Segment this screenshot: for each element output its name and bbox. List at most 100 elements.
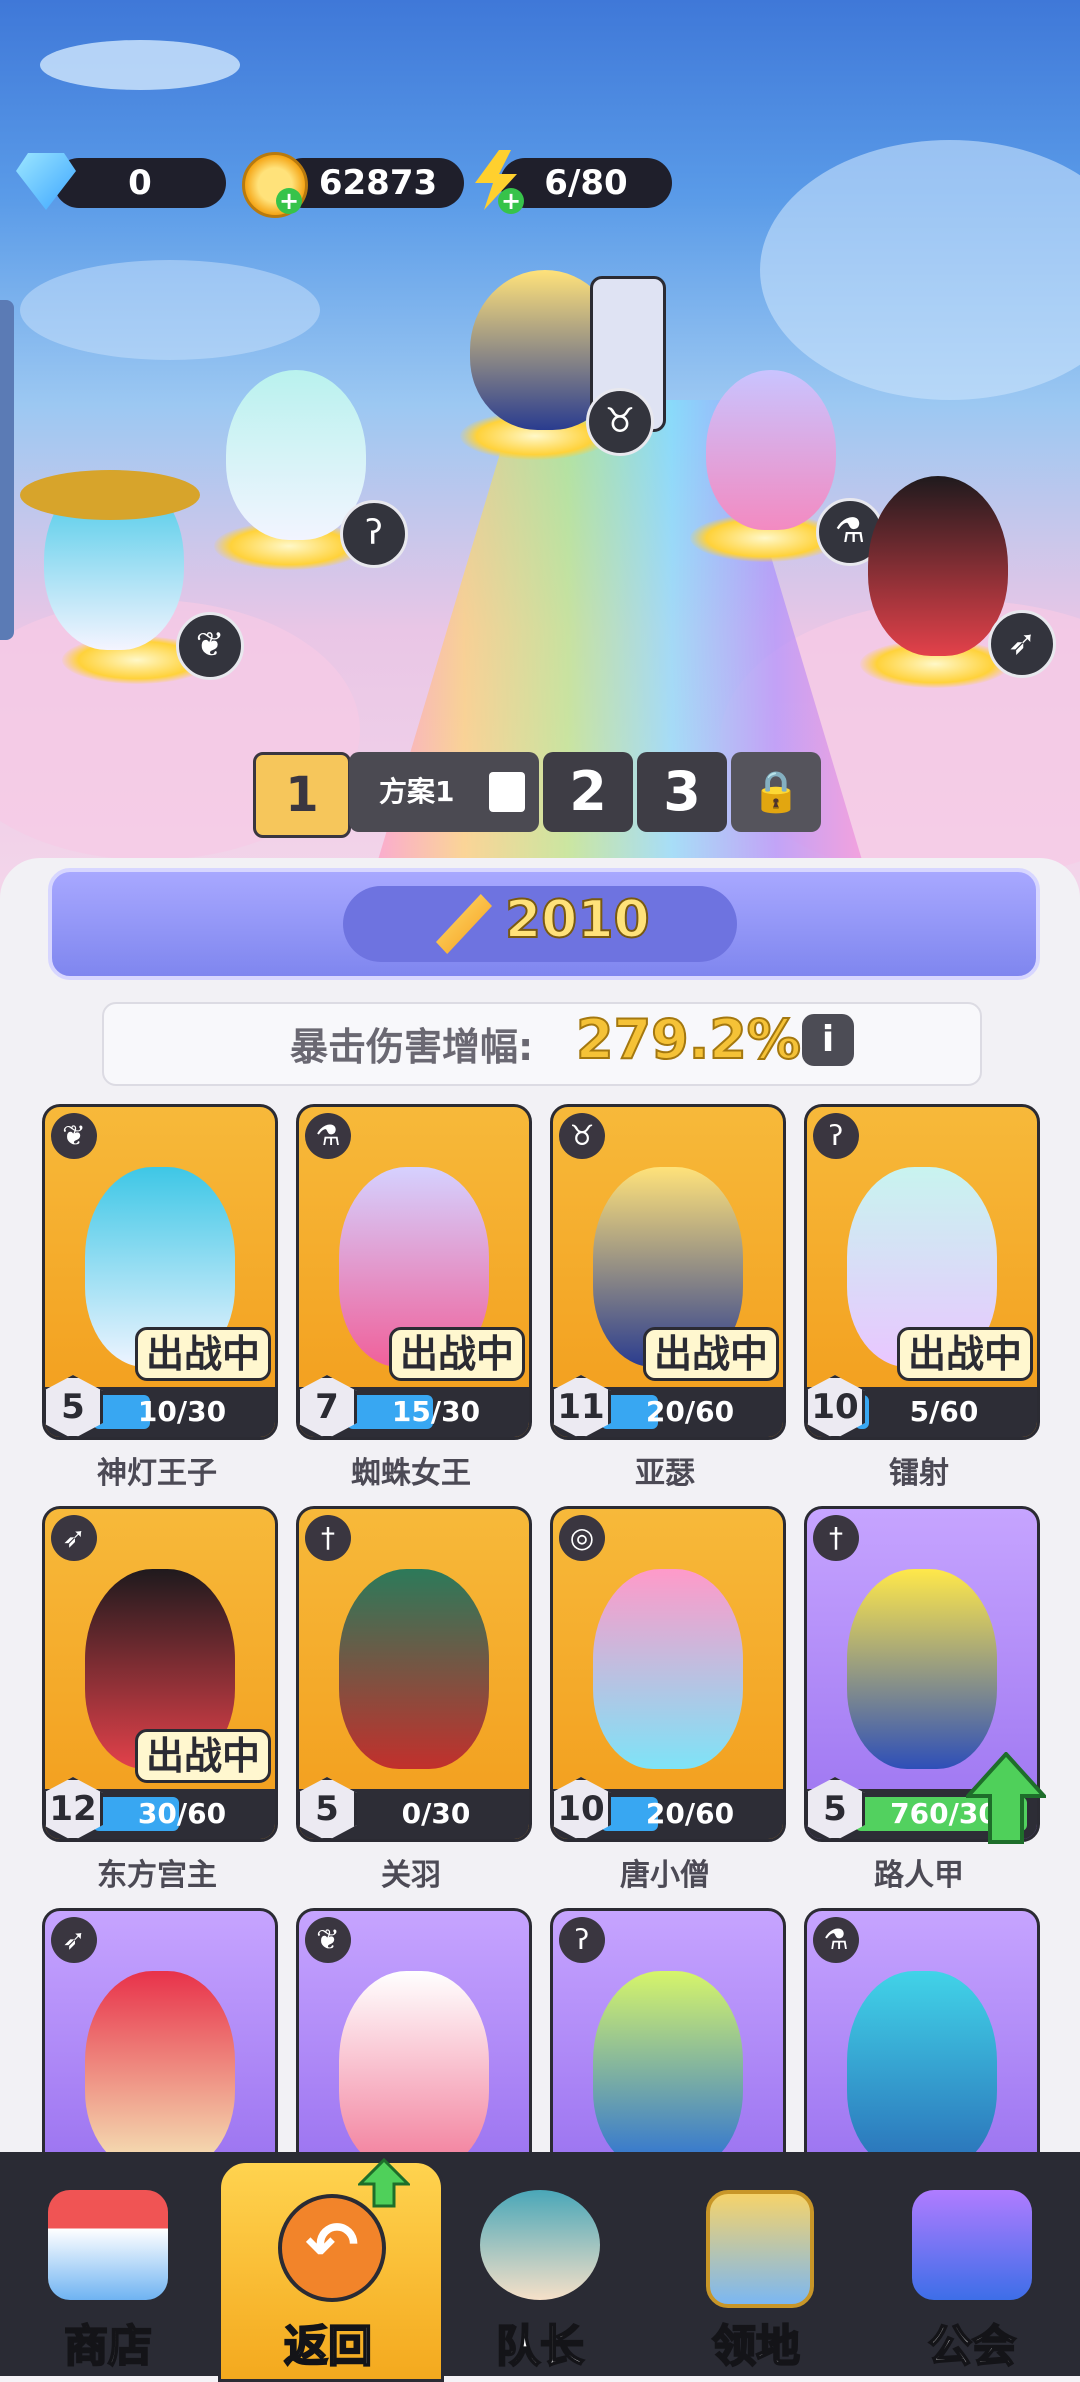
- tab-loadout-2[interactable]: 2: [543, 752, 633, 832]
- stage-hero-spider-queen[interactable]: [706, 370, 836, 530]
- staff-class-icon: ʔ: [559, 1917, 605, 1963]
- deployed-badge: 出战中: [388, 1327, 525, 1381]
- tab-1-label: 1: [285, 767, 319, 823]
- hero-card[interactable]: ➶: [42, 1908, 278, 2174]
- deployed-badge: 出战中: [896, 1327, 1033, 1381]
- deployed-badge: 出战中: [642, 1327, 779, 1381]
- hero-card[interactable]: ➶ 出战中 30/60 12: [42, 1506, 278, 1842]
- deployed-badge: 出战中: [134, 1729, 271, 1783]
- nav-shop[interactable]: 商店: [0, 2152, 216, 2376]
- tab-loadout-1[interactable]: 1: [253, 752, 351, 838]
- nav-territory[interactable]: 领地: [648, 2152, 864, 2376]
- crit-value: 279.2%: [575, 1007, 802, 1072]
- hero-name: 东方宫主: [97, 1858, 217, 1893]
- hero-card[interactable]: ❦ 出战中 10/30 5: [42, 1104, 278, 1440]
- hero-portrait: [847, 1971, 997, 2171]
- nav-back-label: 返回: [283, 2320, 373, 2373]
- tab-locked[interactable]: 🔒: [731, 752, 821, 832]
- staff-class-icon: ʔ: [340, 500, 408, 568]
- hero-card[interactable]: ◎ 20/60 10: [550, 1506, 786, 1842]
- sword-class-icon: †: [813, 1515, 859, 1561]
- nav-captain[interactable]: 队长: [432, 2152, 648, 2376]
- cloud: [20, 260, 320, 360]
- lock-icon: 🔒: [751, 769, 801, 815]
- hero-portrait: [85, 1971, 235, 2171]
- energy-counter: 6/80: [500, 158, 672, 208]
- deployed-badge: 出战中: [134, 1327, 271, 1381]
- crit-label: 暴击伤害增幅:: [290, 1025, 534, 1069]
- bow-class-icon: ➶: [988, 610, 1056, 678]
- nav-guild-label: 公会: [927, 2320, 1017, 2373]
- magic-lamp: [20, 470, 200, 520]
- hero-portrait: [593, 1971, 743, 2171]
- hero-name: 路人甲: [874, 1858, 964, 1893]
- shard-count: 10/30: [137, 1395, 227, 1428]
- hero-name: 神灯王子: [97, 1456, 217, 1491]
- wings-class-icon: ❦: [305, 1917, 351, 1963]
- energy-count: 6/80: [544, 163, 628, 203]
- coin-count: 62873: [318, 163, 438, 203]
- nav-territory-label: 领地: [711, 2320, 801, 2373]
- hero-card[interactable]: ❦: [296, 1908, 532, 2174]
- hero-portrait: [339, 1569, 489, 1769]
- hero-card[interactable]: ʔ: [550, 1908, 786, 2174]
- upgrade-arrow-icon[interactable]: [966, 1752, 1046, 1844]
- potion-class-icon: ⚗: [813, 1917, 859, 1963]
- loadout-name[interactable]: 方案1: [349, 752, 539, 832]
- hero-name: 亚瑟: [635, 1456, 695, 1491]
- hero-portrait: [339, 1971, 489, 2171]
- notification-arrow-icon: [358, 2158, 410, 2208]
- hero-portrait: [847, 1569, 997, 1769]
- back-arrow-icon: ↶: [278, 2194, 386, 2302]
- hero-card[interactable]: ♉ 出战中 20/60 11: [550, 1104, 786, 1440]
- info-icon[interactable]: i: [802, 1014, 854, 1066]
- shard-count: 30/60: [137, 1797, 227, 1830]
- gem-count: 0: [128, 163, 152, 203]
- loadout-name-label: 方案1: [379, 775, 455, 808]
- shard-count: 20/60: [645, 1395, 735, 1428]
- wings-class-icon: ❦: [176, 612, 244, 680]
- nav-shop-label: 商店: [63, 2320, 153, 2373]
- wings-class-icon: ❦: [51, 1113, 97, 1159]
- shard-count: 0/30: [401, 1797, 471, 1830]
- nav-guild[interactable]: 公会: [864, 2152, 1080, 2376]
- loadout-tabs: 1 方案1 2 3 🔒: [253, 752, 823, 838]
- bow-class-icon: ➶: [51, 1917, 97, 1963]
- hero-card[interactable]: ⚗ 出战中 15/30 7: [296, 1104, 532, 1440]
- shard-count: 5/60: [909, 1395, 979, 1428]
- hero-card[interactable]: ⚗: [804, 1908, 1040, 2174]
- bull-class-icon: ♉: [586, 388, 654, 456]
- battle-stage: 0 62873 + 6/80 + ❦ ʔ ♉ ⚗ ➶ 1 方案1 2 3 🔒: [0, 0, 1080, 900]
- hero-name: 蜘蛛女王: [351, 1456, 471, 1491]
- stage-hero-eastern-lady[interactable]: [868, 476, 1008, 656]
- hero-portrait: [593, 1569, 743, 1769]
- shard-count: 20/60: [645, 1797, 735, 1830]
- tab-loadout-3[interactable]: 3: [637, 752, 727, 832]
- add-energy-icon[interactable]: +: [498, 188, 524, 214]
- bull-class-icon: ♉: [559, 1113, 605, 1159]
- bow-class-icon: ➶: [51, 1515, 97, 1561]
- nav-captain-label: 队长: [495, 2320, 585, 2373]
- side-drawer-handle[interactable]: [0, 300, 14, 640]
- power-value: 2010: [504, 889, 651, 951]
- cloud: [760, 140, 1080, 400]
- hero-name: 关羽: [381, 1858, 441, 1893]
- hero-name: 唐小僧: [620, 1858, 710, 1893]
- edit-icon[interactable]: [489, 772, 525, 812]
- add-coins-icon[interactable]: +: [276, 188, 302, 214]
- cloud: [40, 40, 240, 90]
- hero-name: 镭射: [889, 1456, 949, 1491]
- swirl-class-icon: ◎: [559, 1515, 605, 1561]
- shard-count: 15/30: [391, 1395, 481, 1428]
- shop-icon: [48, 2190, 168, 2300]
- hero-card[interactable]: ʔ 出战中 5/60 10: [804, 1104, 1040, 1440]
- hero-card[interactable]: † 0/30 5: [296, 1506, 532, 1842]
- territory-door-icon: [706, 2190, 814, 2308]
- potion-class-icon: ⚗: [305, 1113, 351, 1159]
- gem-counter: 0: [54, 158, 226, 208]
- staff-class-icon: ʔ: [813, 1113, 859, 1159]
- sword-class-icon: †: [305, 1515, 351, 1561]
- guild-icon: [912, 2190, 1032, 2300]
- tab-2-label: 2: [569, 760, 607, 823]
- tab-3-label: 3: [663, 760, 701, 823]
